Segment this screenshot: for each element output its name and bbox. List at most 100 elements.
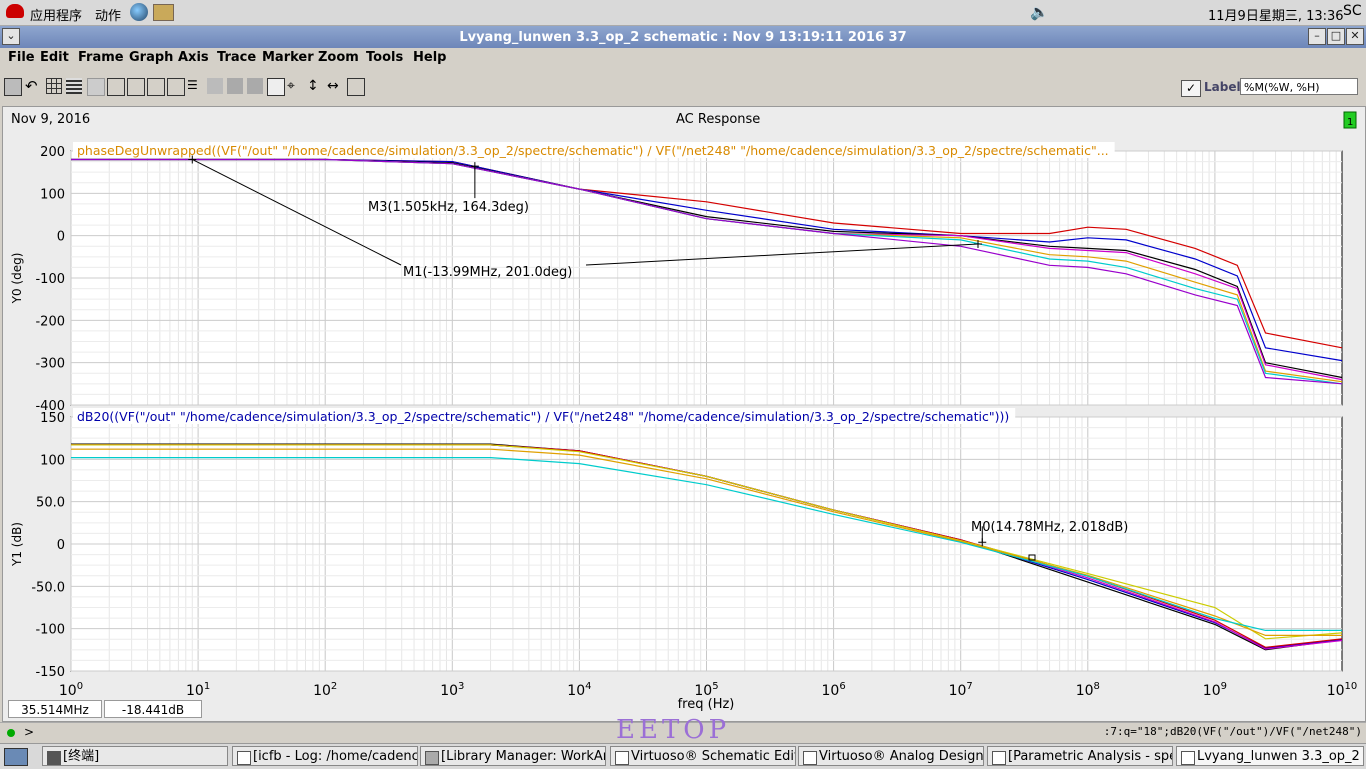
y-axis-label: Y1 (dB) xyxy=(10,522,24,567)
subwindow-badge-label: 1 xyxy=(1347,117,1353,128)
label-icon[interactable]: ☰ xyxy=(187,78,203,94)
command-output[interactable]: :7:q="18";dB20(VF("/out")/VF("/net248") xyxy=(1104,725,1362,738)
x-tick-label: 108 xyxy=(1076,681,1100,699)
maximize-button[interactable]: □ xyxy=(1327,28,1345,45)
show-desktop-icon[interactable] xyxy=(4,748,28,766)
x-tick-label: 107 xyxy=(949,681,973,699)
zoom-y-icon[interactable]: ↔ xyxy=(327,78,343,94)
task-icfb-log[interactable]: [icfb - Log: /home/cadence/C xyxy=(232,746,418,766)
redhat-logo-icon[interactable] xyxy=(6,4,24,18)
close-button[interactable]: ✕ xyxy=(1346,28,1364,45)
layout-icon[interactable] xyxy=(167,78,185,96)
task-waveform-window[interactable]: Lvyang_lunwen 3.3_op_2 sc xyxy=(1176,746,1364,766)
undo-icon[interactable]: ↶ xyxy=(25,78,41,94)
y-tick-label: 200 xyxy=(40,145,65,160)
x-axis-label: freq (Hz) xyxy=(678,697,735,712)
y-tick-label: -150 xyxy=(35,665,65,680)
zoom-box-icon[interactable] xyxy=(347,78,365,96)
task-schematic-editing[interactable]: Virtuoso® Schematic Editing xyxy=(610,746,796,766)
x-tick-label: 100 xyxy=(59,681,83,699)
taskbar: [终端] [icfb - Log: /home/cadence/C [Libra… xyxy=(0,743,1366,769)
minimize-button[interactable]: – xyxy=(1308,28,1326,45)
window-icon xyxy=(615,751,629,765)
menu-tools[interactable]: Tools xyxy=(366,50,403,65)
label-caption: Label xyxy=(1204,80,1241,94)
marker-m0-label: M0(14.78MHz, 2.018dB) xyxy=(971,520,1128,535)
y-tick-label: 100 xyxy=(40,453,65,468)
task-parametric-analysis[interactable]: [Parametric Analysis - spect xyxy=(987,746,1173,766)
menu-graph[interactable]: Graph xyxy=(129,50,173,65)
x-tick-label: 101 xyxy=(186,681,210,699)
delete-graph-icon[interactable] xyxy=(147,78,165,96)
add-graph-icon[interactable] xyxy=(107,78,125,96)
x-tick-label: 103 xyxy=(440,681,464,699)
menu-marker[interactable]: Marker xyxy=(262,50,314,65)
y-tick-label: -200 xyxy=(35,314,65,329)
plot-title: AC Response xyxy=(676,112,760,127)
label-checkbox[interactable]: ✓ xyxy=(1181,80,1201,97)
window-title-bar[interactable]: ⌄ Lvyang_lunwen 3.3_op_2 schematic : Nov… xyxy=(0,26,1366,48)
task-analog-design[interactable]: Virtuoso® Analog Design En xyxy=(798,746,984,766)
menu-help[interactable]: Help xyxy=(413,50,446,65)
user-initials[interactable]: SC xyxy=(1343,3,1362,19)
window-icon xyxy=(992,751,1006,765)
menu-zoom[interactable]: Zoom xyxy=(318,50,359,65)
y-tick-label: 150 xyxy=(40,411,65,426)
disabled-tool-icon[interactable] xyxy=(207,78,223,94)
menu-edit[interactable]: Edit xyxy=(40,50,69,65)
strips-icon[interactable] xyxy=(66,78,82,94)
clock[interactable]: 11月9日星期三, 13:36 xyxy=(1208,5,1344,24)
x-tick-label: 109 xyxy=(1203,681,1227,699)
terminal-icon xyxy=(47,751,61,765)
trace-title: dB20((VF("/out" "/home/cadence/simulatio… xyxy=(77,409,1009,424)
menu-trace[interactable]: Trace xyxy=(217,50,256,65)
cursor-x-readout: 35.514MHz xyxy=(8,700,102,718)
prompt-icon: > xyxy=(24,725,35,739)
zoom-x-icon[interactable]: ↕ xyxy=(307,78,323,94)
cursor-y-readout: -18.441dB xyxy=(104,700,202,718)
y-tick-label: 50.0 xyxy=(36,496,65,511)
browser-launcher-icon[interactable] xyxy=(130,3,148,21)
task-terminal[interactable]: [终端] xyxy=(42,746,228,766)
y-tick-label: -100 xyxy=(35,272,65,287)
menu-axis[interactable]: Axis xyxy=(178,50,209,65)
blank-frame-icon[interactable] xyxy=(87,78,105,96)
toolbar: ↶ ☰ ⌖ ↕ ↔ ✓ Label xyxy=(0,74,1366,100)
x-tick-label: 106 xyxy=(821,681,845,699)
y-tick-label: -50.0 xyxy=(31,580,65,595)
actions-menu[interactable]: 动作 xyxy=(95,5,121,24)
grid-icon[interactable] xyxy=(46,78,62,94)
marker-m3-label: M3(1.505kHz, 164.3deg) xyxy=(368,200,529,215)
trace-title: phaseDegUnwrapped((VF("/out" "/home/cade… xyxy=(77,143,1109,158)
mail-launcher-icon[interactable] xyxy=(153,4,174,21)
copy-graph-icon[interactable] xyxy=(127,78,145,96)
calculator-icon[interactable] xyxy=(267,78,285,96)
volume-icon[interactable]: 🔈 xyxy=(1030,3,1049,21)
marker-m1-label: M1(-13.99MHz, 201.0deg) xyxy=(403,265,572,280)
command-bar: > EETOP :7:q="18";dB20(VF("/out")/VF("/n… xyxy=(0,715,1366,745)
disabled-tool-icon[interactable] xyxy=(227,78,243,94)
label-format-input[interactable]: %M(%W, %H) xyxy=(1240,78,1358,95)
menu-bar: File Edit Frame Graph Axis Trace Marker … xyxy=(0,48,1366,68)
x-tick-label: 1010 xyxy=(1327,681,1358,699)
menu-frame[interactable]: Frame xyxy=(78,50,124,65)
task-library-manager[interactable]: [Library Manager: WorkArea xyxy=(420,746,606,766)
status-led-icon xyxy=(7,729,15,737)
watermark: EETOP xyxy=(616,715,731,745)
window-icon xyxy=(803,751,817,765)
disabled-tool-icon[interactable] xyxy=(247,78,263,94)
x-tick-label: 104 xyxy=(567,681,591,699)
y-axis-label: Y0 (deg) xyxy=(10,253,24,305)
applications-menu[interactable]: 应用程序 xyxy=(30,5,82,24)
menu-file[interactable]: File xyxy=(8,50,35,65)
zoom-fit-icon[interactable]: ⌖ xyxy=(287,78,303,94)
y-tick-label: -300 xyxy=(35,357,65,372)
print-icon[interactable] xyxy=(4,78,22,96)
plot-window: Nov 9, 2016 AC Response 1 200 100 0 -100 -200 -3… xyxy=(2,106,1366,722)
window-icon xyxy=(1181,751,1195,765)
plot-date: Nov 9, 2016 xyxy=(11,112,90,127)
waveform-plot[interactable]: Nov 9, 2016 AC Response 1 200 100 0 -100 -200 -3… xyxy=(3,107,1365,721)
system-top-bar: 应用程序 动作 🔈 11月9日星期三, 13:36 SC xyxy=(0,0,1366,26)
y-tick-label: 0 xyxy=(57,538,65,553)
x-tick-label: 102 xyxy=(313,681,337,699)
